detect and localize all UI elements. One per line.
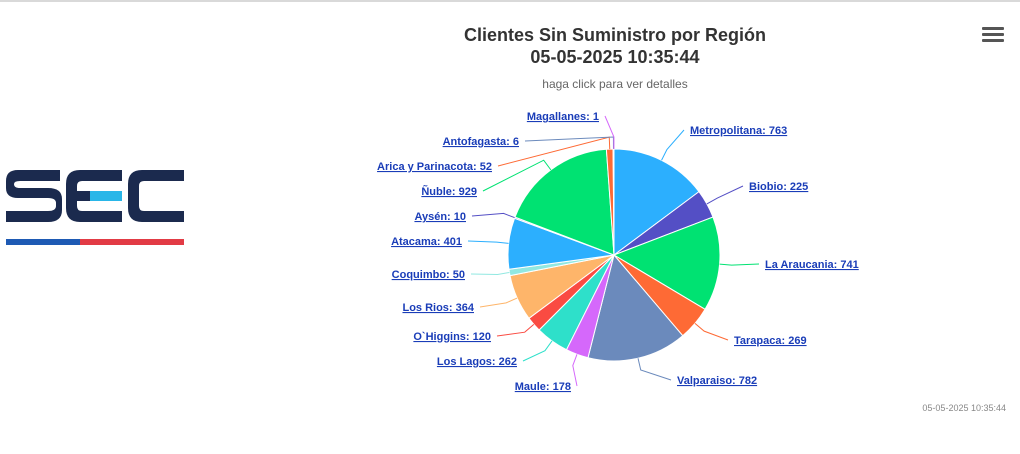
data-label-tarapaca[interactable]: Tarapaca: 269: [734, 335, 807, 347]
data-label-maule[interactable]: Maule: 178: [515, 381, 571, 393]
data-label-o-higgins[interactable]: O`Higgins: 120: [413, 331, 491, 343]
data-label-biobio[interactable]: Biobio: 225: [749, 181, 808, 193]
data-label-valparaiso[interactable]: Valparaiso: 782: [677, 375, 757, 387]
connector-line-tarapaca: [694, 323, 729, 341]
data-label-coquimbo[interactable]: Coquimbo: 50: [392, 269, 465, 281]
connector-line-o-higgins: [496, 323, 535, 337]
connector-line-valparaiso: [637, 358, 672, 381]
data-label-magallanes[interactable]: Magallanes: 1: [527, 111, 599, 123]
data-label-antofagasta[interactable]: Antofagasta: 6: [443, 136, 519, 148]
data-label-la-araucania[interactable]: La Araucania: 741: [765, 259, 859, 271]
data-label-atacama[interactable]: Atacama: 401: [391, 236, 462, 248]
connector-line-los-lagos: [522, 340, 553, 362]
data-label-aysen[interactable]: Aysén: 10: [414, 211, 466, 223]
data-label-los-rios[interactable]: Los Rios: 364: [402, 302, 474, 314]
connector-line-maule: [572, 354, 578, 387]
data-label-nuble[interactable]: Ñuble: 929: [421, 185, 477, 198]
connector-line-metropolitana: [661, 129, 685, 161]
chart-credit-timestamp: 05-05-2025 10:35:44: [922, 403, 1006, 413]
connector-line-aysen: [471, 212, 515, 219]
pie-chart: Metropolitana: 763 Biobio: 225 La Araucani…: [377, 111, 859, 393]
connector-line-coquimbo: [470, 271, 510, 275]
connector-line-biobio: [706, 185, 744, 205]
connector-line-atacama: [467, 240, 509, 244]
data-label-arica-y-parinacota[interactable]: Arica y Parinacota: 52: [377, 161, 492, 173]
data-label-metropolitana[interactable]: Metropolitana: 763: [690, 125, 787, 137]
data-label-los-lagos[interactable]: Los Lagos: 262: [437, 356, 517, 368]
connector-line-la-araucania: [719, 263, 760, 266]
connector-line-los-rios: [479, 297, 518, 308]
